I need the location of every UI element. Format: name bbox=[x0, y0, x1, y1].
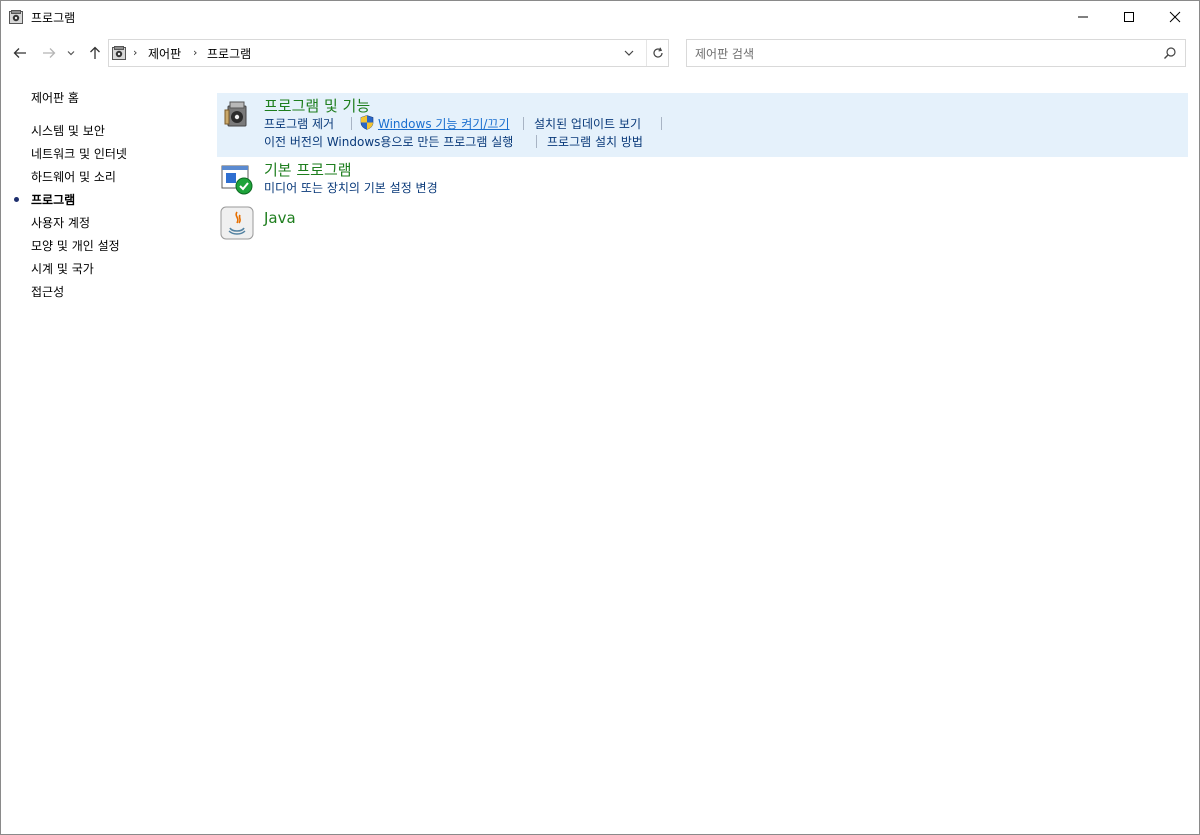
nav-hardware-sound[interactable]: 하드웨어 및 소리 bbox=[31, 168, 116, 185]
chevron-down-icon bbox=[67, 51, 75, 56]
search-box[interactable] bbox=[686, 39, 1186, 67]
control-panel-app-icon bbox=[9, 10, 23, 24]
link-how-to-install-program[interactable]: 프로그램 설치 방법 bbox=[547, 133, 643, 150]
link-separator bbox=[661, 117, 662, 130]
link-windows-features[interactable]: Windows 기능 켜기/끄기 bbox=[378, 115, 509, 132]
nav-clock-region[interactable]: 시계 및 국가 bbox=[31, 260, 94, 277]
refresh-icon bbox=[653, 47, 663, 58]
arrow-up-icon bbox=[90, 46, 100, 59]
nav-control-panel-home[interactable]: 제어판 홈 bbox=[31, 89, 79, 106]
search-icon[interactable] bbox=[1163, 46, 1177, 60]
arrow-right-icon bbox=[43, 48, 56, 58]
nav-appearance-personalization[interactable]: 모양 및 개인 설정 bbox=[31, 237, 120, 254]
title-bar: 프로그램 bbox=[1, 1, 1199, 33]
link-program-compatibility[interactable]: 이전 버전의 Windows용으로 만든 프로그램 실행 bbox=[264, 133, 513, 150]
category-programs-features: 프로그램 및 기능 프로그램 제거 Windows 기능 켜기/끄기 설치된 업… bbox=[217, 93, 1188, 157]
forward-button[interactable] bbox=[39, 43, 59, 63]
refresh-button[interactable] bbox=[646, 40, 669, 66]
minimize-icon bbox=[1078, 16, 1088, 18]
link-uninstall-program[interactable]: 프로그램 제거 bbox=[264, 115, 334, 132]
breadcrumb-control-panel[interactable]: 제어판 bbox=[148, 45, 181, 62]
address-bar[interactable]: › 제어판 › 프로그램 bbox=[108, 39, 669, 67]
breadcrumb-separator-icon[interactable]: › bbox=[133, 46, 137, 59]
up-button[interactable] bbox=[85, 43, 105, 63]
control-panel-window: 프로그램 › 제어판 › 프로그램 제어판 검색 제어판 홈 시스템 및 보안 … bbox=[0, 0, 1200, 835]
default-programs-icon bbox=[221, 165, 253, 195]
close-icon bbox=[1169, 11, 1181, 23]
breadcrumb-programs[interactable]: 프로그램 bbox=[207, 45, 251, 62]
maximize-icon bbox=[1124, 12, 1134, 22]
maximize-button[interactable] bbox=[1106, 1, 1152, 33]
control-panel-location-icon bbox=[112, 46, 126, 60]
nav-system-security[interactable]: 시스템 및 보안 bbox=[31, 122, 105, 139]
window-title: 프로그램 bbox=[31, 11, 76, 25]
back-button[interactable] bbox=[10, 43, 30, 63]
minimize-button[interactable] bbox=[1060, 1, 1106, 33]
search-input[interactable] bbox=[693, 44, 1157, 64]
current-section-bullet-icon bbox=[14, 197, 19, 202]
nav-ease-of-access[interactable]: 접근성 bbox=[31, 283, 64, 300]
link-separator bbox=[351, 117, 352, 130]
uac-shield-icon bbox=[360, 115, 374, 130]
programs-features-icon bbox=[224, 101, 247, 127]
address-dropdown-button[interactable] bbox=[618, 40, 640, 66]
link-change-media-defaults[interactable]: 미디어 또는 장치의 기본 설정 변경 bbox=[264, 179, 438, 196]
nav-programs: 프로그램 bbox=[31, 193, 76, 207]
recent-locations-button[interactable] bbox=[64, 43, 78, 63]
link-view-installed-updates[interactable]: 설치된 업데이트 보기 bbox=[534, 115, 641, 132]
link-separator bbox=[536, 135, 537, 148]
nav-network-internet[interactable]: 네트워크 및 인터넷 bbox=[31, 145, 127, 162]
category-default-programs: 기본 프로그램 미디어 또는 장치의 기본 설정 변경 bbox=[217, 158, 1188, 202]
category-title-programs-features[interactable]: 프로그램 및 기능 bbox=[264, 95, 370, 116]
category-java: Java bbox=[217, 205, 1188, 245]
category-title-default-programs[interactable]: 기본 프로그램 bbox=[264, 159, 352, 180]
category-title-java[interactable]: Java bbox=[264, 209, 296, 227]
breadcrumb-separator-icon[interactable]: › bbox=[193, 46, 197, 59]
close-button[interactable] bbox=[1152, 1, 1198, 33]
nav-user-accounts[interactable]: 사용자 계정 bbox=[31, 214, 90, 231]
arrow-left-icon bbox=[13, 48, 26, 58]
link-separator bbox=[523, 117, 524, 130]
java-icon bbox=[220, 206, 254, 240]
chevron-down-icon bbox=[624, 50, 634, 56]
